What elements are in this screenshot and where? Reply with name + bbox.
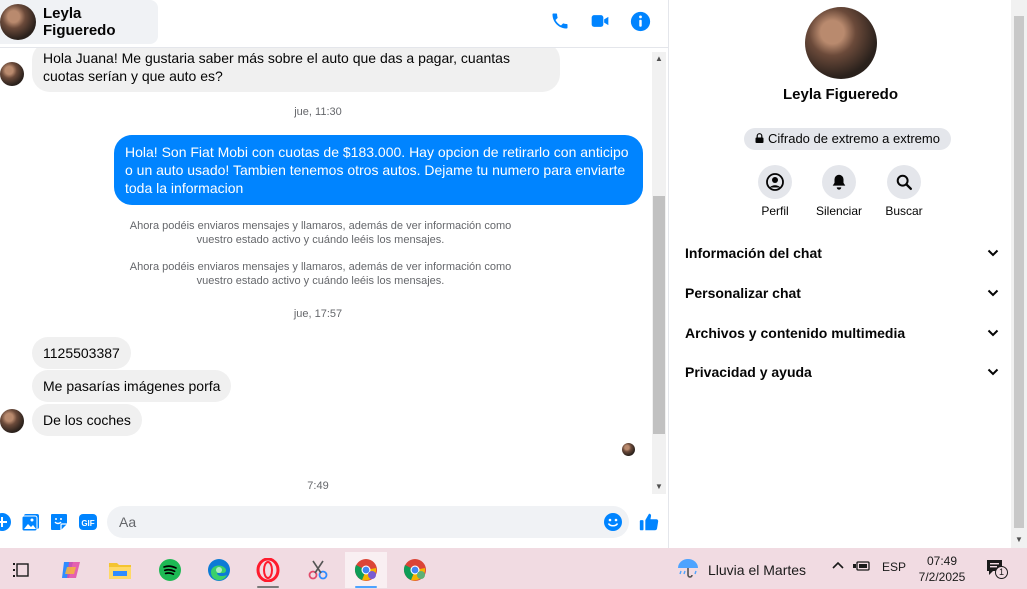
weather-text: Lluvia el Martes bbox=[708, 561, 807, 578]
page-scrollbar-thumb[interactable] bbox=[1014, 16, 1024, 528]
section-customize-chat[interactable]: Personalizar chat bbox=[685, 280, 999, 306]
search-action[interactable]: Buscar bbox=[872, 165, 936, 218]
clock-date: 7/2/2025 bbox=[918, 570, 966, 584]
profile-icon[interactable] bbox=[758, 165, 792, 199]
chevron-down-icon bbox=[987, 324, 999, 342]
image-attach-icon[interactable] bbox=[21, 512, 41, 532]
message-bubble-incoming[interactable]: Me pasarías imágenes porfa bbox=[32, 370, 232, 402]
file-explorer-icon[interactable] bbox=[99, 552, 141, 588]
opera-browser-icon[interactable] bbox=[247, 552, 289, 588]
chevron-down-icon bbox=[987, 363, 999, 381]
scroll-down-arrow-icon[interactable]: ▼ bbox=[1011, 532, 1027, 548]
chrome-browser-icon[interactable] bbox=[345, 552, 387, 588]
phone-call-icon[interactable] bbox=[549, 10, 571, 32]
message-list[interactable]: Hola Juana! Me gustaria saber más sobre … bbox=[0, 48, 652, 493]
gif-icon[interactable]: GIF bbox=[78, 512, 98, 532]
spotify-icon[interactable] bbox=[149, 552, 191, 588]
page-scrollbar[interactable]: ▼ bbox=[1011, 0, 1027, 548]
rain-umbrella-icon bbox=[676, 557, 700, 582]
profile-action-label: Perfil bbox=[761, 204, 789, 218]
mute-action-label: Silenciar bbox=[815, 204, 863, 218]
info-icon[interactable] bbox=[629, 10, 651, 32]
profile-name: Leyla Figueredo bbox=[782, 86, 899, 103]
chrome-profile-icon[interactable] bbox=[394, 552, 436, 588]
clock[interactable]: 07:49 7/2/2025 bbox=[912, 553, 972, 585]
task-view-icon[interactable] bbox=[0, 552, 42, 588]
emoji-icon[interactable] bbox=[603, 512, 623, 532]
chat-header: Leyla Figueredo bbox=[0, 0, 668, 48]
snipping-tool-icon[interactable] bbox=[297, 552, 339, 588]
video-call-icon[interactable] bbox=[589, 10, 611, 32]
notification-count-badge: 1 bbox=[995, 566, 1008, 579]
message-scrollbar[interactable]: ▲ ▼ bbox=[652, 52, 666, 494]
chat-info-panel: Leyla Figueredo Cifrado de extremo a ext… bbox=[668, 0, 1011, 548]
seen-indicator-avatar bbox=[622, 443, 635, 456]
contact-avatar[interactable] bbox=[0, 4, 36, 40]
running-indicator bbox=[257, 586, 279, 588]
chevron-down-icon bbox=[987, 284, 999, 302]
chat-pane: Leyla Figueredo Hola Juana! Me gustaria … bbox=[0, 0, 668, 548]
messenger-window: Leyla Figueredo Hola Juana! Me gustaria … bbox=[0, 0, 1027, 589]
section-media-files[interactable]: Archivos y contenido multimedia bbox=[685, 320, 999, 346]
taskbar: Lluvia el Martes ESP 07:49 7/2/2025 1 bbox=[0, 548, 1027, 589]
encryption-badge[interactable]: Cifrado de extremo a extremo bbox=[744, 128, 951, 150]
section-privacy-help[interactable]: Privacidad y ayuda bbox=[685, 359, 999, 385]
scroll-up-arrow-icon[interactable]: ▲ bbox=[652, 52, 666, 66]
system-notice: Ahora podéis enviaros mensajes y llamaro… bbox=[129, 261, 512, 287]
scroll-down-arrow-icon[interactable]: ▼ bbox=[652, 480, 666, 494]
section-label: Privacidad y ayuda bbox=[685, 364, 812, 380]
timestamp-separator: jue, 17:57 bbox=[293, 308, 343, 320]
search-icon[interactable] bbox=[887, 165, 921, 199]
section-chat-info[interactable]: Información del chat bbox=[685, 240, 999, 266]
section-label: Archivos y contenido multimedia bbox=[685, 325, 906, 341]
scrollbar-thumb[interactable] bbox=[653, 196, 665, 434]
profile-action[interactable]: Perfil bbox=[743, 165, 807, 218]
mute-action[interactable]: Silenciar bbox=[807, 165, 871, 218]
thumbs-up-icon[interactable] bbox=[638, 512, 660, 532]
chevron-down-icon bbox=[987, 244, 999, 262]
timestamp-separator: 7:49 bbox=[307, 480, 329, 492]
message-bubble-incoming[interactable]: 1125503387 bbox=[32, 337, 131, 369]
sender-avatar[interactable] bbox=[0, 62, 24, 86]
active-indicator bbox=[355, 586, 377, 588]
header-contact-name[interactable]: Leyla Figueredo bbox=[43, 5, 158, 39]
encryption-badge-label: Cifrado de extremo a extremo bbox=[768, 131, 940, 146]
header-contact[interactable]: Leyla Figueredo bbox=[0, 0, 158, 44]
clock-time: 07:49 bbox=[926, 554, 958, 568]
chevron-up-icon[interactable] bbox=[831, 558, 845, 575]
battery-icon[interactable] bbox=[853, 559, 871, 576]
svg-text:GIF: GIF bbox=[81, 519, 94, 528]
copilot-icon[interactable] bbox=[50, 552, 92, 588]
profile-avatar[interactable] bbox=[805, 7, 877, 79]
sticker-icon[interactable] bbox=[49, 512, 69, 532]
message-input[interactable] bbox=[107, 506, 629, 538]
timestamp-separator: jue, 11:30 bbox=[294, 106, 342, 118]
message-bubble-outgoing[interactable]: Hola! Son Fiat Mobi con cuotas de $183.0… bbox=[114, 135, 643, 205]
language-indicator[interactable]: ESP bbox=[882, 560, 906, 574]
section-label: Personalizar chat bbox=[685, 285, 801, 301]
notification-center-icon[interactable]: 1 bbox=[985, 558, 1011, 580]
lock-icon bbox=[755, 128, 764, 150]
edge-browser-icon[interactable] bbox=[198, 552, 240, 588]
weather-widget[interactable]: Lluvia el Martes bbox=[676, 557, 806, 582]
message-bubble-incoming[interactable]: Hola Juana! Me gustaria saber más sobre … bbox=[32, 48, 560, 92]
sender-avatar[interactable] bbox=[0, 409, 24, 433]
plus-icon[interactable] bbox=[0, 512, 12, 532]
message-bubble-incoming[interactable]: De los coches bbox=[32, 404, 142, 436]
system-notice: Ahora podéis enviaros mensajes y llamaro… bbox=[129, 220, 512, 246]
composer: GIF bbox=[0, 500, 668, 544]
search-action-label: Buscar bbox=[885, 204, 923, 218]
bell-icon[interactable] bbox=[822, 165, 856, 199]
section-label: Información del chat bbox=[685, 245, 822, 261]
